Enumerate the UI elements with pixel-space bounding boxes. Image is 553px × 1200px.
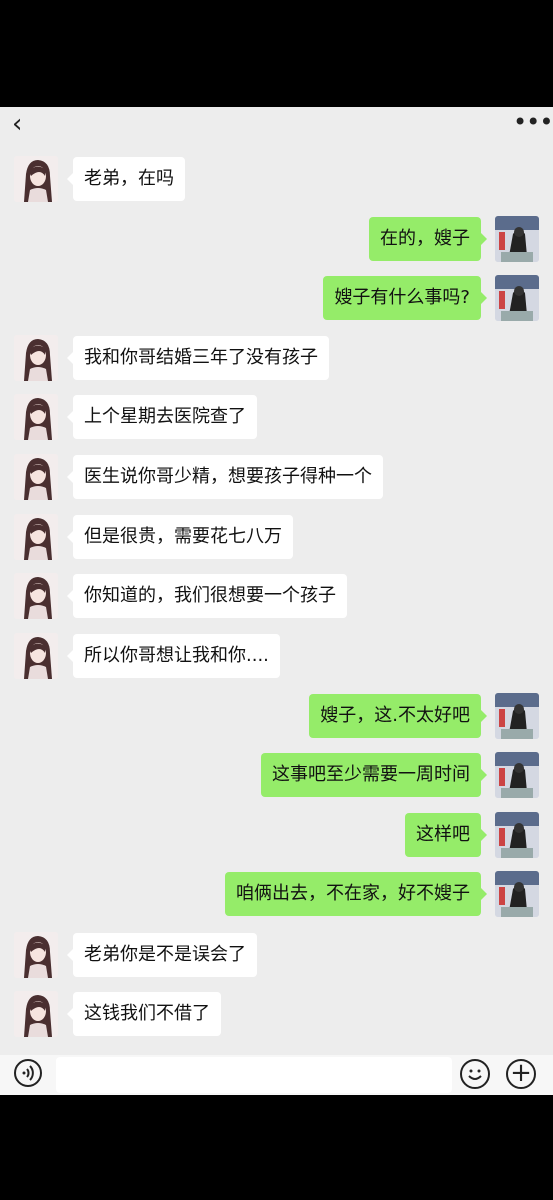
message-row: 上个星期去医院查了 xyxy=(0,394,553,446)
received-message-bubble[interactable]: 但是很贵，需要花七八万 xyxy=(67,515,293,559)
message-row: 这样吧 xyxy=(0,812,553,864)
user-avatar[interactable] xyxy=(495,216,539,262)
received-message-bubble[interactable]: 这钱我们不借了 xyxy=(67,992,221,1036)
user-avatar[interactable] xyxy=(495,812,539,858)
chat-header: ‹ ••• xyxy=(0,107,553,145)
more-dots-icon[interactable]: ••• xyxy=(513,107,553,137)
received-message-bubble[interactable]: 上个星期去医院查了 xyxy=(67,395,257,439)
input-bar: + xyxy=(0,1055,553,1095)
message-row: 你知道的，我们很想要一个孩子 xyxy=(0,573,553,625)
sister-in-law-avatar[interactable] xyxy=(14,932,58,978)
message-row: 嫂子，这.不太好吧 xyxy=(0,693,553,745)
emoji-icon[interactable] xyxy=(460,1059,490,1089)
chat-window: ‹ ••• 老弟，在吗在的，嫂子嫂子有什么事吗? 我和你哥结婚三年了没有孩子 上个星… xyxy=(0,107,553,1055)
chevron-left-icon[interactable]: ‹ xyxy=(12,109,36,139)
user-avatar[interactable] xyxy=(495,275,539,321)
message-row: 老弟你是不是误会了 xyxy=(0,932,553,984)
sister-in-law-avatar[interactable] xyxy=(14,991,58,1037)
received-message-bubble[interactable]: 所以你哥想让我和你.... xyxy=(67,634,280,678)
user-avatar[interactable] xyxy=(495,693,539,739)
message-row: 但是很贵，需要花七八万 xyxy=(0,514,553,566)
plus-icon[interactable]: + xyxy=(506,1059,536,1089)
sent-message-bubble[interactable]: 嫂子，这.不太好吧 xyxy=(309,694,487,738)
sister-in-law-avatar[interactable] xyxy=(14,454,58,500)
message-row: 这钱我们不借了 xyxy=(0,991,553,1043)
received-message-bubble[interactable]: 老弟，在吗 xyxy=(67,157,185,201)
sister-in-law-avatar[interactable] xyxy=(14,573,58,619)
message-row: 这事吧至少需要一周时间 xyxy=(0,752,553,804)
message-input[interactable] xyxy=(56,1057,452,1093)
sent-message-bubble[interactable]: 咱俩出去，不在家，好不嫂子 xyxy=(225,872,487,916)
received-message-bubble[interactable]: 我和你哥结婚三年了没有孩子 xyxy=(67,336,329,380)
sent-message-bubble[interactable]: 这样吧 xyxy=(405,813,487,857)
user-avatar[interactable] xyxy=(495,871,539,917)
message-row: 咱俩出去，不在家，好不嫂子 xyxy=(0,871,553,923)
message-row: 医生说你哥少精，想要孩子得种一个 xyxy=(0,454,553,506)
sister-in-law-avatar[interactable] xyxy=(14,156,58,202)
message-row: 嫂子有什么事吗? xyxy=(0,275,553,327)
sister-in-law-avatar[interactable] xyxy=(14,335,58,381)
sent-message-bubble[interactable]: 在的，嫂子 xyxy=(369,217,487,261)
bottom-black-bar xyxy=(0,1095,553,1200)
received-message-bubble[interactable]: 医生说你哥少精，想要孩子得种一个 xyxy=(67,455,383,499)
message-row: 在的，嫂子 xyxy=(0,216,553,268)
sent-message-bubble[interactable]: 这事吧至少需要一周时间 xyxy=(261,753,487,797)
sister-in-law-avatar[interactable] xyxy=(14,633,58,679)
sister-in-law-avatar[interactable] xyxy=(14,514,58,560)
received-message-bubble[interactable]: 老弟你是不是误会了 xyxy=(67,933,257,977)
top-black-bar xyxy=(0,0,553,107)
message-row: 我和你哥结婚三年了没有孩子 xyxy=(0,335,553,387)
sister-in-law-avatar[interactable] xyxy=(14,394,58,440)
user-avatar[interactable] xyxy=(495,752,539,798)
message-row: 所以你哥想让我和你.... xyxy=(0,633,553,685)
sent-message-bubble[interactable]: 嫂子有什么事吗? xyxy=(323,276,487,320)
received-message-bubble[interactable]: 你知道的，我们很想要一个孩子 xyxy=(67,574,347,618)
voice-icon[interactable] xyxy=(14,1059,42,1087)
message-row: 老弟，在吗 xyxy=(0,156,553,208)
